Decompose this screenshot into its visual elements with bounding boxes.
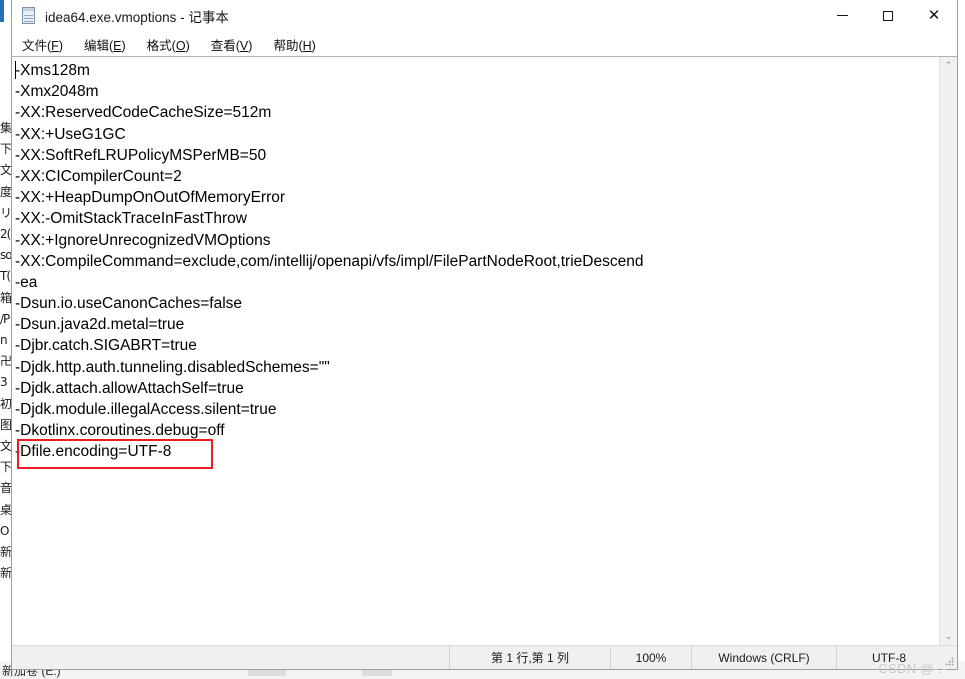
text-caret [15,61,16,79]
vertical-scrollbar[interactable]: ⌃ ⌄ [939,57,957,645]
menu-label-prefix: 格式( [146,38,176,53]
menu-bar: 文件(F) 编辑(E) 格式(O) 查看(V) 帮助(H) [12,32,957,56]
menu-accel: V [239,38,249,53]
editor-line: -Xmx2048m [15,83,99,101]
editor-line: -XX:CICompilerCount=2 [15,167,182,185]
editor-line: -Xms128m [15,62,90,79]
window-title: idea64.exe.vmoptions - 记事本 [45,9,229,25]
menu-label-suffix: ) [121,38,126,53]
close-icon: ✕ [927,6,941,24]
menu-accel: F [51,38,59,53]
menu-accel: O [175,38,186,53]
status-bar: 第 1 行,第 1 列 100% Windows (CRLF) UTF-8 [12,645,957,669]
editor-line: -XX:SoftRefLRUPolicyMSPerMB=50 [15,146,267,164]
notepad-icon [21,7,37,24]
menu-accel: H [302,38,312,53]
menu-item-format[interactable]: 格式(O) [146,33,191,56]
menu-label-suffix: ) [185,38,190,53]
editor-line: -Dkotlinx.coroutines.debug=off [15,422,225,440]
menu-label-suffix: ) [248,38,253,53]
editor-line: -Djdk.attach.allowAttachSelf=true [15,379,244,397]
menu-item-edit[interactable]: 编辑(E) [83,33,127,56]
menu-label-prefix: 编辑( [83,38,114,53]
editor-line: -Djdk.http.auth.tunneling.disabledScheme… [15,358,330,376]
title-bar[interactable]: idea64.exe.vmoptions - 记事本 ✕ [12,0,957,32]
editor-line: -Dsun.java2d.metal=true [15,316,185,334]
editor-line: -Dfile.encoding=UTF-8 [15,443,172,461]
maximize-icon [883,10,893,21]
resize-grip-icon[interactable] [941,646,957,669]
editor-line: -XX:-OmitStackTraceInFastThrow [15,210,247,228]
scroll-down-icon[interactable]: ⌄ [940,628,957,645]
desktop-screen: 集 下 文 度 リ) 2( so T( 箱 /P n 卍 3 初 图 文 下 音… [0,0,965,679]
menu-item-help[interactable]: 帮助(H) [272,33,316,56]
menu-label-prefix: 文件( [22,38,52,53]
scroll-up-icon[interactable]: ⌃ [940,57,957,74]
notepad-window: idea64.exe.vmoptions - 记事本 ✕ 文件(F) 编辑(E)… [11,0,958,670]
editor-line: -XX:+HeapDumpOnOutOfMemoryError [15,189,286,207]
editor-line: -XX:+IgnoreUnrecognizedVMOptions [15,231,271,249]
editor-line: -Dsun.io.useCanonCaches=false [15,295,243,313]
editor-line: -Djbr.catch.SIGABRT=true [15,337,197,355]
menu-label-suffix: ) [311,38,316,53]
minimize-icon [836,15,848,16]
menu-label-prefix: 查看( [210,38,240,53]
scrollbar-track[interactable] [940,74,957,628]
text-editor[interactable]: -Xms128m -Xmx2048m -XX:ReservedCodeCacheSi… [12,57,939,645]
window-controls: ✕ [819,0,957,31]
editor-line: -XX:ReservedCodeCacheSize=512m [15,104,272,122]
menu-label-prefix: 帮助( [273,38,303,53]
maximize-button[interactable] [865,0,911,31]
close-button[interactable]: ✕ [911,0,957,31]
status-line-ending: Windows (CRLF) [691,646,836,669]
status-zoom-level[interactable]: 100% [610,646,691,669]
status-encoding: UTF-8 [836,646,941,669]
menu-label-suffix: ) [58,38,63,53]
editor-line: -Djdk.module.illegalAccess.silent=true [15,401,277,418]
editor-line: -XX:+UseG1GC [15,125,126,143]
status-cursor-position: 第 1 行,第 1 列 [449,646,610,669]
background-window-accent [0,0,4,22]
menu-item-view[interactable]: 查看(V) [210,33,254,56]
editor-area: -Xms128m -Xmx2048m -XX:ReservedCodeCacheSi… [12,56,957,645]
menu-accel: E [113,38,122,53]
editor-line: -ea [15,273,38,291]
minimize-button[interactable] [819,0,865,31]
editor-line: -XX:CompileCommand=exclude,com/intellij/… [15,252,644,270]
menu-item-file[interactable]: 文件(F) [21,33,64,56]
